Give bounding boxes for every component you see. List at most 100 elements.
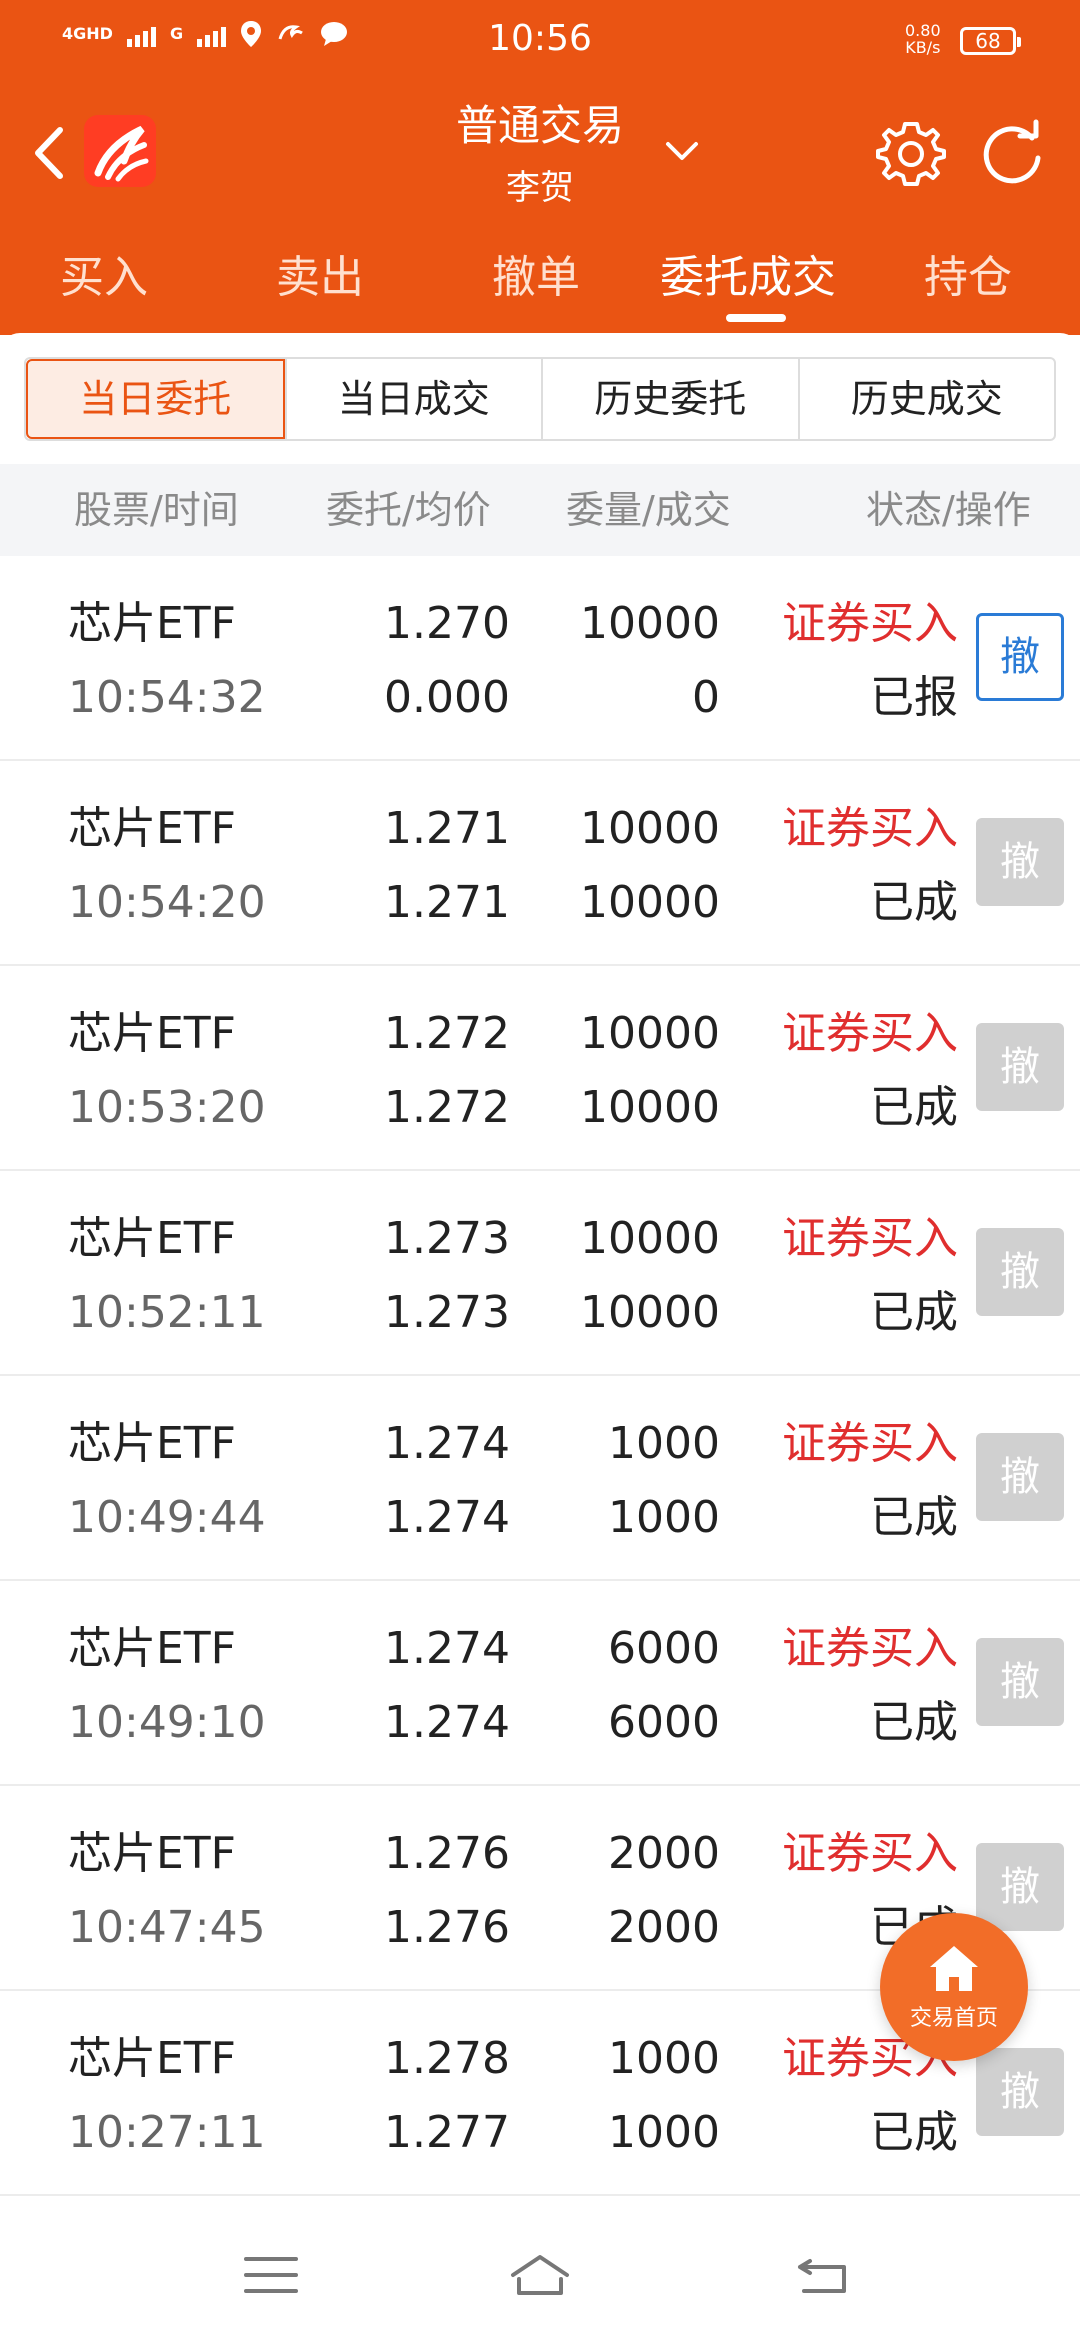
home-icon bbox=[930, 1946, 978, 1991]
order-status: 已成 bbox=[870, 877, 958, 928]
app-logo bbox=[84, 115, 156, 187]
avg-price: 1.272 bbox=[384, 1082, 510, 1133]
col-price-avg: 委托/均价 bbox=[326, 488, 491, 532]
cancel-order-button[interactable]: 撤 bbox=[976, 613, 1064, 701]
order-qty: 2000 bbox=[608, 1828, 720, 1879]
order-price: 1.274 bbox=[384, 1623, 510, 1674]
order-status: 已成 bbox=[870, 1697, 958, 1748]
cancel-order-button[interactable]: 撤 bbox=[976, 1638, 1064, 1726]
cancel-order-button[interactable]: 撤 bbox=[976, 1843, 1064, 1931]
stock-name: 芯片ETF bbox=[68, 598, 236, 649]
net-speed-value: 0.80 bbox=[905, 21, 941, 40]
order-row[interactable]: 芯片ETF 10:49:44 1.274 1.274 1000 1000 证券买… bbox=[0, 1376, 1080, 1581]
back-nav-button[interactable] bbox=[788, 2245, 858, 2305]
avg-price: 1.276 bbox=[384, 1902, 510, 1953]
home-nav-button[interactable] bbox=[505, 2245, 575, 2305]
order-time: 10:49:10 bbox=[68, 1697, 266, 1748]
account-name[interactable]: 李贺 bbox=[430, 160, 650, 209]
order-row[interactable]: 芯片ETF 10:52:11 1.273 1.273 10000 10000 证… bbox=[0, 1171, 1080, 1376]
chevron-left-icon bbox=[35, 127, 63, 179]
col-status-action: 状态/操作 bbox=[866, 488, 1031, 532]
order-qty: 10000 bbox=[580, 1008, 720, 1059]
stock-name: 芯片ETF bbox=[68, 1828, 236, 1879]
order-action: 证券买入 bbox=[782, 1623, 958, 1674]
cancel-order-button[interactable]: 撤 bbox=[976, 818, 1064, 906]
subtab-today-trades[interactable]: 当日成交 bbox=[284, 359, 542, 439]
stock-name: 芯片ETF bbox=[68, 1418, 236, 1469]
order-time: 10:27:11 bbox=[68, 2107, 266, 2158]
order-time: 10:47:45 bbox=[68, 1902, 266, 1953]
order-price: 1.278 bbox=[384, 2033, 510, 2084]
cancel-order-button[interactable]: 撤 bbox=[976, 1023, 1064, 1111]
page-title[interactable]: 普通交易 bbox=[430, 98, 650, 154]
order-action: 证券买入 bbox=[782, 1213, 958, 1264]
stock-name: 芯片ETF bbox=[68, 2033, 236, 2084]
order-time: 10:54:32 bbox=[68, 672, 266, 723]
cancel-order-button[interactable]: 撤 bbox=[976, 2048, 1064, 2136]
chevron-down-icon bbox=[666, 142, 698, 160]
order-row[interactable]: 芯片ETF 10:49:10 1.274 1.274 6000 6000 证券买… bbox=[0, 1581, 1080, 1786]
order-row[interactable]: 芯片ETF 10:54:20 1.271 1.271 10000 10000 证… bbox=[0, 761, 1080, 966]
order-status: 已成 bbox=[870, 1492, 958, 1543]
back-button[interactable] bbox=[24, 118, 74, 188]
settings-button[interactable] bbox=[876, 118, 946, 188]
gear-icon bbox=[876, 122, 946, 186]
trade-home-label: 交易首页 bbox=[909, 2006, 998, 2031]
subtab-history-trades[interactable]: 历史成交 bbox=[797, 359, 1055, 439]
cancel-order-button[interactable]: 撤 bbox=[976, 1228, 1064, 1316]
filled-qty: 10000 bbox=[580, 1287, 720, 1338]
filled-qty: 1000 bbox=[608, 2107, 720, 2158]
order-time: 10:52:11 bbox=[68, 1287, 266, 1338]
order-qty: 6000 bbox=[608, 1623, 720, 1674]
order-status: 已成 bbox=[870, 1082, 958, 1133]
order-time: 10:53:20 bbox=[68, 1082, 266, 1133]
order-status: 已报 bbox=[870, 672, 958, 723]
order-time: 10:54:20 bbox=[68, 877, 266, 928]
stock-name: 芯片ETF bbox=[68, 1213, 236, 1264]
order-action: 证券买入 bbox=[782, 1008, 958, 1059]
order-qty: 10000 bbox=[580, 1213, 720, 1264]
refresh-button[interactable] bbox=[976, 118, 1050, 188]
order-qty: 10000 bbox=[580, 598, 720, 649]
system-nav-bar bbox=[0, 2210, 1080, 2340]
home-outline-icon bbox=[511, 2255, 569, 2295]
tab-buy[interactable]: 买入 bbox=[60, 238, 148, 318]
order-price: 1.272 bbox=[384, 1008, 510, 1059]
net-speed-unit: KB/s bbox=[905, 38, 941, 57]
filled-qty: 1000 bbox=[608, 1492, 720, 1543]
order-row[interactable]: 芯片ETF 10:54:32 1.270 0.000 10000 0 证券买入 … bbox=[0, 556, 1080, 761]
tab-positions[interactable]: 持仓 bbox=[924, 238, 1012, 318]
trade-home-button[interactable]: 交易首页 bbox=[880, 1913, 1028, 2061]
filled-qty: 0 bbox=[692, 672, 720, 723]
order-row[interactable]: 芯片ETF 10:53:20 1.272 1.272 10000 10000 证… bbox=[0, 966, 1080, 1171]
subtab-today-orders[interactable]: 当日委托 bbox=[26, 359, 285, 439]
col-qty-filled: 委量/成交 bbox=[566, 488, 731, 532]
account-dropdown-button[interactable] bbox=[660, 130, 704, 170]
status-bar: 4GHD G 10:56 0.80 KB/s 68 bbox=[0, 0, 1080, 82]
menu-button[interactable] bbox=[236, 2245, 306, 2305]
sub-tab-segment: 当日委托 当日成交 历史委托 历史成交 bbox=[24, 357, 1056, 441]
order-qty: 10000 bbox=[580, 803, 720, 854]
order-status: 已成 bbox=[870, 2107, 958, 2158]
subtab-history-orders[interactable]: 历史委托 bbox=[541, 359, 798, 439]
order-time: 10:49:44 bbox=[68, 1492, 266, 1543]
cancel-order-button[interactable]: 撤 bbox=[976, 1433, 1064, 1521]
main-tab-bar: 买入 卖出 撤单 委托成交 持仓 bbox=[0, 238, 1080, 318]
avg-price: 1.271 bbox=[384, 877, 510, 928]
filled-qty: 6000 bbox=[608, 1697, 720, 1748]
stock-name: 芯片ETF bbox=[68, 1623, 236, 1674]
tab-sell[interactable]: 卖出 bbox=[276, 238, 364, 318]
order-qty: 1000 bbox=[608, 1418, 720, 1469]
order-price: 1.276 bbox=[384, 1828, 510, 1879]
app-header: 4GHD G 10:56 0.80 KB/s 68 普通交易 李贺 买入 卖出 … bbox=[0, 0, 1080, 335]
col-stock-time: 股票/时间 bbox=[74, 488, 239, 532]
tab-orders-trades[interactable]: 委托成交 bbox=[660, 238, 836, 318]
refresh-icon bbox=[983, 119, 1041, 184]
avg-price: 1.274 bbox=[384, 1697, 510, 1748]
filled-qty: 10000 bbox=[580, 1082, 720, 1133]
order-action: 证券买入 bbox=[782, 1418, 958, 1469]
avg-price: 0.000 bbox=[384, 672, 510, 723]
order-price: 1.271 bbox=[384, 803, 510, 854]
tab-cancel-order[interactable]: 撤单 bbox=[492, 238, 580, 318]
active-tab-indicator bbox=[726, 314, 786, 322]
